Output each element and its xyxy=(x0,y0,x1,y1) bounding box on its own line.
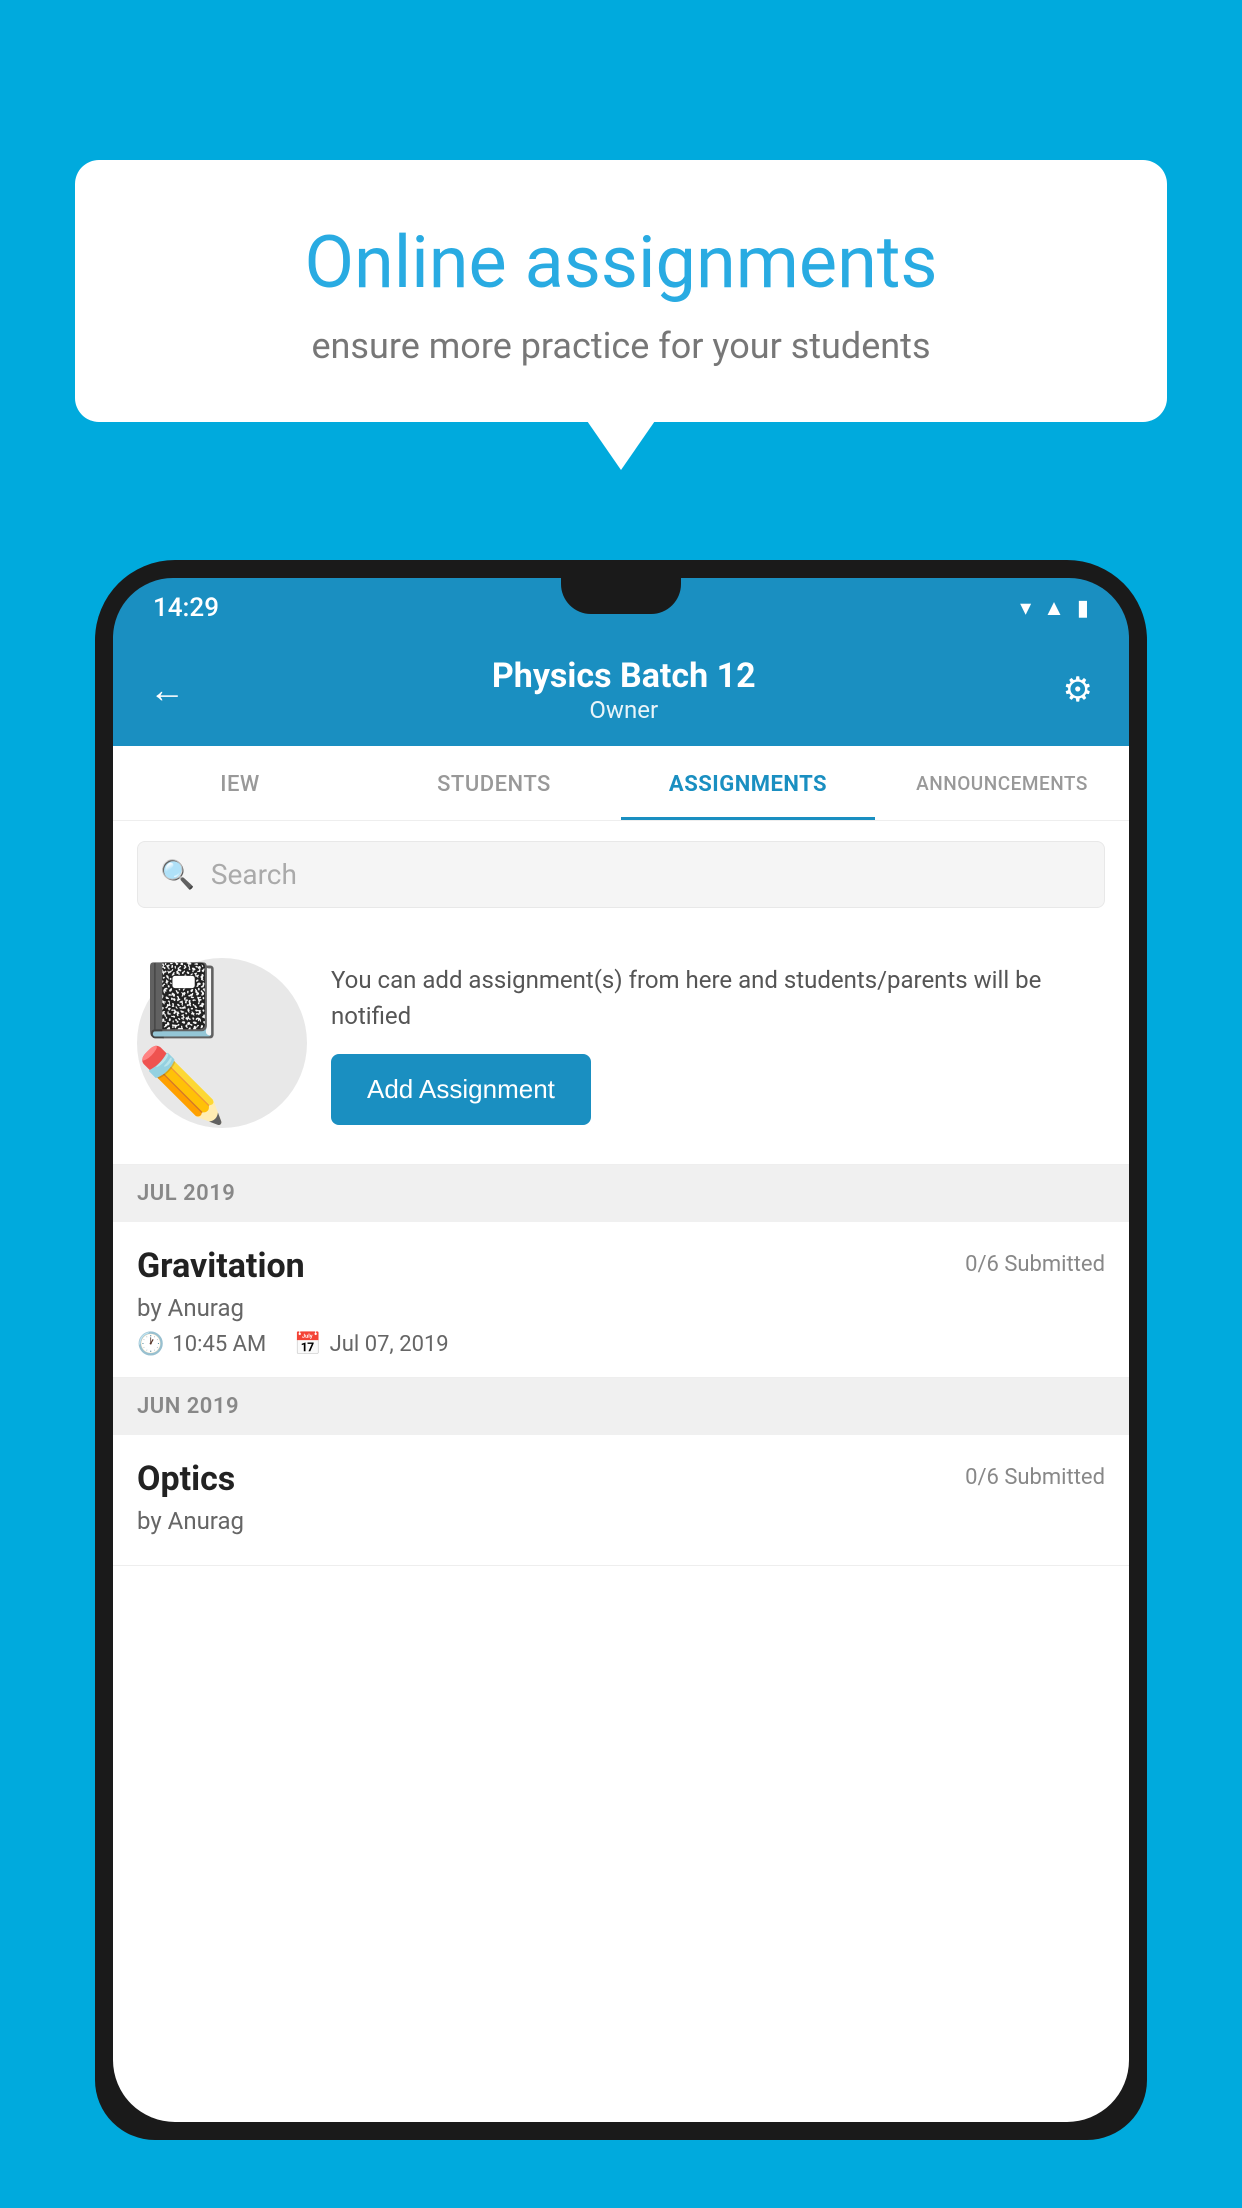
app-header: ← Physics Batch 12 Owner ⚙ xyxy=(113,638,1129,746)
header-title-area: Physics Batch 12 Owner xyxy=(185,656,1063,724)
assignment-time-text: 10:45 AM xyxy=(172,1332,266,1357)
tab-students[interactable]: STUDENTS xyxy=(367,746,621,820)
assignment-name-gravitation: Gravitation xyxy=(137,1246,305,1286)
assignment-row-top: Gravitation 0/6 Submitted xyxy=(137,1246,1105,1286)
notebook-icon: 📓✏️ xyxy=(137,958,307,1128)
tab-assignments[interactable]: ASSIGNMENTS xyxy=(621,746,875,820)
status-icons: ▾ ▲ ▮ xyxy=(1020,595,1089,621)
status-bar: 14:29 ▾ ▲ ▮ xyxy=(113,578,1129,638)
section-header-jun: JUN 2019 xyxy=(113,1378,1129,1435)
tab-iew[interactable]: IEW xyxy=(113,746,367,820)
settings-button[interactable]: ⚙ xyxy=(1063,670,1093,710)
promo-icon-circle: 📓✏️ xyxy=(137,958,307,1128)
search-container: 🔍 Search xyxy=(113,821,1129,928)
assignment-row-top-optics: Optics 0/6 Submitted xyxy=(137,1459,1105,1499)
speech-bubble-container: Online assignments ensure more practice … xyxy=(75,160,1167,422)
speech-bubble: Online assignments ensure more practice … xyxy=(75,160,1167,422)
assignment-date-text: Jul 07, 2019 xyxy=(330,1332,449,1357)
assignment-submitted-gravitation: 0/6 Submitted xyxy=(965,1252,1105,1277)
promo-content: You can add assignment(s) from here and … xyxy=(331,962,1105,1125)
header-subtitle: Owner xyxy=(185,696,1063,724)
tab-announcements[interactable]: ANNOUNCEMENTS xyxy=(875,746,1129,820)
tabs-bar: IEW STUDENTS ASSIGNMENTS ANNOUNCEMENTS xyxy=(113,746,1129,821)
phone-notch xyxy=(561,578,681,614)
add-assignment-button[interactable]: Add Assignment xyxy=(331,1054,591,1125)
assignment-item-optics[interactable]: Optics 0/6 Submitted by Anurag xyxy=(113,1435,1129,1566)
assignment-item-gravitation[interactable]: Gravitation 0/6 Submitted by Anurag 🕐 10… xyxy=(113,1222,1129,1378)
promo-section: 📓✏️ You can add assignment(s) from here … xyxy=(113,928,1129,1165)
assignment-date-gravitation: 📅 Jul 07, 2019 xyxy=(294,1332,448,1357)
search-bar[interactable]: 🔍 Search xyxy=(137,841,1105,908)
status-time: 14:29 xyxy=(153,593,219,623)
assignment-time-gravitation: 🕐 10:45 AM xyxy=(137,1332,266,1357)
wifi-icon: ▾ xyxy=(1020,596,1031,621)
search-placeholder: Search xyxy=(211,858,297,891)
battery-icon: ▮ xyxy=(1077,596,1089,621)
assignment-by-gravitation: by Anurag xyxy=(137,1294,1105,1322)
assignment-meta-gravitation: 🕐 10:45 AM 📅 Jul 07, 2019 xyxy=(137,1332,1105,1357)
assignment-by-optics: by Anurag xyxy=(137,1507,1105,1535)
promo-text: You can add assignment(s) from here and … xyxy=(331,962,1105,1034)
header-title: Physics Batch 12 xyxy=(185,656,1063,696)
section-header-jul: JUL 2019 xyxy=(113,1165,1129,1222)
back-button[interactable]: ← xyxy=(149,669,185,711)
phone-screen: ← Physics Batch 12 Owner ⚙ IEW STUDENTS … xyxy=(113,638,1129,2122)
speech-bubble-title: Online assignments xyxy=(145,220,1097,305)
clock-icon: 🕐 xyxy=(137,1332,164,1357)
phone-mockup: 14:29 ▾ ▲ ▮ ← Physics Batch 12 Owner ⚙ I… xyxy=(95,560,1147,2208)
calendar-icon: 📅 xyxy=(294,1332,321,1357)
phone-outer: 14:29 ▾ ▲ ▮ ← Physics Batch 12 Owner ⚙ I… xyxy=(95,560,1147,2140)
speech-bubble-subtitle: ensure more practice for your students xyxy=(145,325,1097,367)
signal-icon: ▲ xyxy=(1043,595,1065,621)
assignment-name-optics: Optics xyxy=(137,1459,235,1499)
assignment-submitted-optics: 0/6 Submitted xyxy=(965,1465,1105,1490)
search-icon: 🔍 xyxy=(160,858,195,891)
